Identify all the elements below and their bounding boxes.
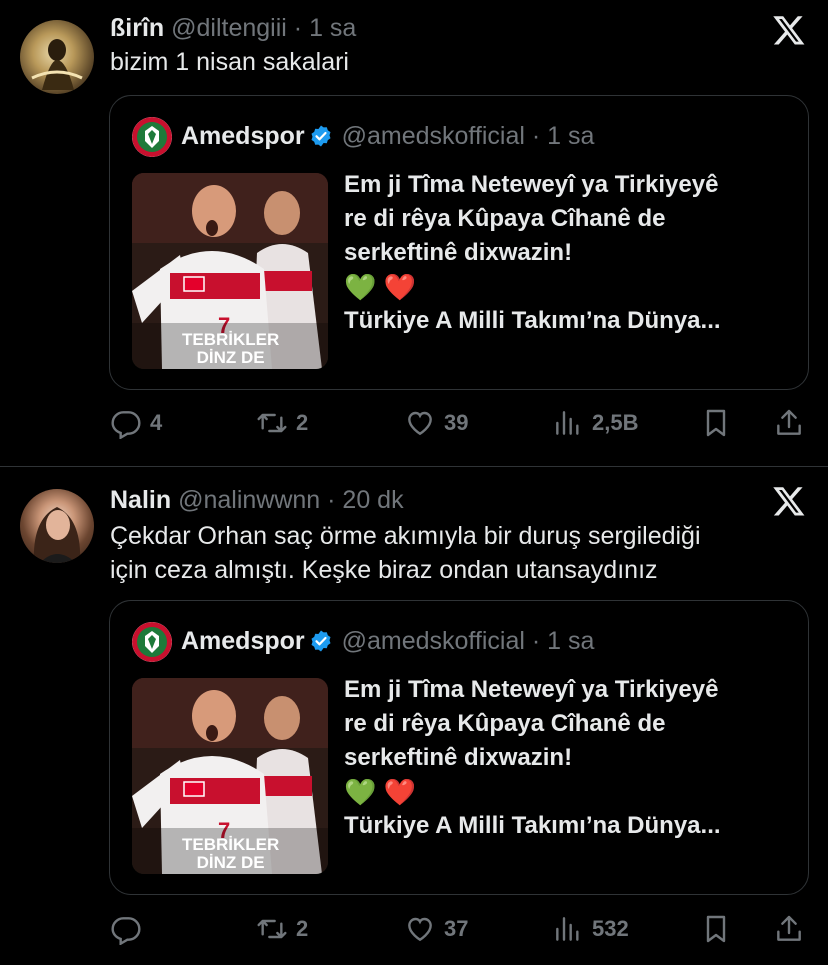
retweet-button[interactable]: 2 bbox=[256, 403, 308, 443]
timestamp[interactable]: · 20 dk bbox=[327, 486, 403, 514]
quote-timestamp[interactable]: · 1 sa bbox=[532, 627, 595, 655]
quote-media-image[interactable]: 7 TEBRİKLER DİNZ DE bbox=[132, 678, 328, 874]
retweet-icon bbox=[257, 919, 287, 939]
quote-text-line: Em ji Tîma Neteweyî ya Tirkiyeyê bbox=[344, 676, 719, 703]
x-logo-icon bbox=[773, 16, 805, 45]
image-caption-line: DİNZ DE bbox=[196, 348, 265, 367]
quote-text-line: serkeftinê dixwazin! bbox=[344, 239, 573, 266]
quote-header: Amedspor @amedskofficial · 1 sa bbox=[181, 626, 594, 656]
quote-text-line: serkeftinê dixwazin! bbox=[344, 744, 573, 771]
reply-icon bbox=[111, 411, 141, 439]
display-name[interactable]: ßirîn bbox=[110, 14, 164, 42]
handle[interactable]: @nalinwwnn bbox=[178, 486, 320, 514]
amedspor-logo[interactable] bbox=[132, 622, 172, 662]
avatar[interactable] bbox=[20, 489, 94, 563]
like-icon bbox=[408, 917, 432, 942]
tweet[interactable]: Nalin @nalinwwnn · 20 dk Çekdar Orhan sa… bbox=[0, 466, 828, 965]
bookmark-button[interactable] bbox=[700, 909, 732, 949]
retweet-count: 2 bbox=[296, 410, 309, 435]
bookmark-icon bbox=[706, 915, 726, 943]
tweet-header: ßirîn @diltengiii · 1 sa bbox=[110, 13, 356, 43]
tweet-text: Çekdar Orhan saç örme akımıyla bir duruş… bbox=[110, 519, 701, 587]
image-caption-line: TEBRİKLER bbox=[182, 835, 280, 854]
reply-count: 4 bbox=[150, 410, 163, 435]
verified-badge-icon bbox=[311, 125, 331, 147]
tweet-text-line: bizim 1 nisan sakalari bbox=[110, 48, 349, 76]
quote-text-line: Türkiye A Milli Takımı’na Dünya... bbox=[344, 812, 721, 839]
handle[interactable]: @diltengiii bbox=[171, 14, 287, 42]
reply-button[interactable] bbox=[110, 909, 150, 949]
tweet-text: bizim 1 nisan sakalari bbox=[110, 45, 349, 79]
x-logo-icon bbox=[773, 487, 805, 516]
share-icon bbox=[777, 409, 801, 435]
bookmark-button[interactable] bbox=[700, 403, 732, 443]
retweet-count: 2 bbox=[296, 916, 309, 941]
quote-timestamp[interactable]: · 1 sa bbox=[532, 122, 595, 150]
quote-text-line: re di rêya Kûpaya Cîhanê de bbox=[344, 710, 666, 737]
share-button[interactable] bbox=[773, 909, 805, 949]
tweet[interactable]: ßirîn @diltengiii · 1 sa bizim 1 nisan s… bbox=[0, 0, 828, 466]
like-icon bbox=[408, 411, 432, 436]
tweet-header: Nalin @nalinwwnn · 20 dk bbox=[110, 485, 404, 515]
reply-icon bbox=[111, 917, 141, 945]
verified-badge-icon bbox=[311, 630, 331, 652]
quote-text: Em ji Tîma Neteweyî ya Tirkiyeyê re di r… bbox=[344, 168, 721, 338]
quote-display-name[interactable]: Amedspor bbox=[181, 627, 305, 655]
heart-emoji-line: 💚 ❤️ bbox=[344, 272, 416, 302]
quoted-tweet[interactable]: Amedspor @amedskofficial · 1 sa 7 TEBRİK… bbox=[109, 95, 809, 390]
views-count: 532 bbox=[592, 916, 629, 941]
retweet-icon bbox=[257, 413, 287, 433]
tweet-text-line: Çekdar Orhan saç örme akımıyla bir duruş… bbox=[110, 522, 701, 550]
share-button[interactable] bbox=[773, 403, 805, 443]
views-icon bbox=[556, 917, 579, 941]
quote-header: Amedspor @amedskofficial · 1 sa bbox=[181, 121, 594, 151]
quoted-tweet[interactable]: Amedspor @amedskofficial · 1 sa 7 TEBRİK… bbox=[109, 600, 809, 895]
quote-text: Em ji Tîma Neteweyî ya Tirkiyeyê re di r… bbox=[344, 673, 721, 843]
quote-display-name[interactable]: Amedspor bbox=[181, 122, 305, 150]
amedspor-logo[interactable] bbox=[132, 117, 172, 157]
action-bar: 4 2 39 2,5B bbox=[110, 403, 810, 443]
image-caption-line: DİNZ DE bbox=[196, 853, 265, 872]
heart-emoji-line: 💚 ❤️ bbox=[344, 777, 416, 807]
quote-handle[interactable]: @amedskofficial bbox=[342, 627, 525, 655]
quote-media-image[interactable]: 7 TEBRİKLER DİNZ DE bbox=[132, 173, 328, 369]
quote-text-line: Türkiye A Milli Takımı’na Dünya... bbox=[344, 307, 721, 334]
quote-text-line: re di rêya Kûpaya Cîhanê de bbox=[344, 205, 666, 232]
avatar[interactable] bbox=[20, 20, 94, 94]
views-icon bbox=[556, 411, 579, 435]
bookmark-icon bbox=[706, 409, 726, 437]
share-icon bbox=[777, 915, 801, 941]
retweet-button[interactable]: 2 bbox=[256, 909, 308, 949]
reply-button[interactable]: 4 bbox=[110, 403, 162, 443]
views-button[interactable]: 532 bbox=[552, 909, 629, 949]
action-bar: 2 37 532 bbox=[110, 909, 810, 949]
quote-text-line: Em ji Tîma Neteweyî ya Tirkiyeyê bbox=[344, 171, 719, 198]
views-count: 2,5B bbox=[592, 410, 639, 435]
like-count: 39 bbox=[444, 410, 469, 435]
image-caption: TEBRİKLER DİNZ DE bbox=[182, 331, 279, 367]
image-caption: TEBRİKLER DİNZ DE bbox=[182, 836, 279, 872]
like-button[interactable]: 39 bbox=[404, 403, 468, 443]
timestamp[interactable]: · 1 sa bbox=[294, 14, 357, 42]
display-name[interactable]: Nalin bbox=[110, 486, 171, 514]
like-count: 37 bbox=[444, 916, 469, 941]
like-button[interactable]: 37 bbox=[404, 909, 468, 949]
views-button[interactable]: 2,5B bbox=[552, 403, 638, 443]
tweet-text-line: için ceza almıştı. Keşke biraz ondan uta… bbox=[110, 556, 658, 584]
quote-handle[interactable]: @amedskofficial bbox=[342, 122, 525, 150]
image-caption-line: TEBRİKLER bbox=[182, 330, 280, 349]
